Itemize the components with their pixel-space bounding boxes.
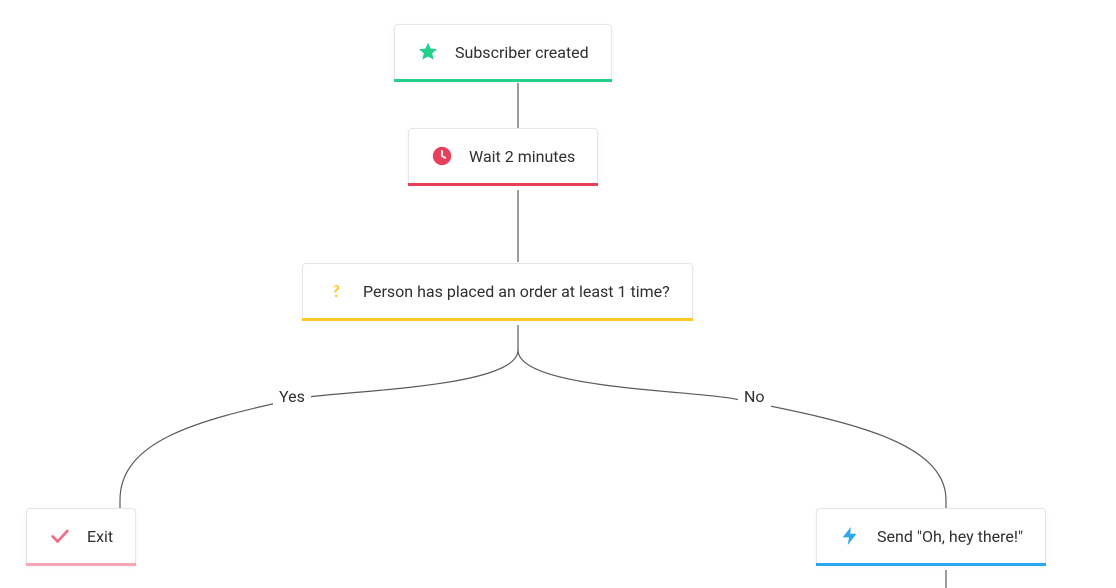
send-node[interactable]: Send "Oh, hey there!" (816, 508, 1046, 564)
star-icon (417, 41, 439, 63)
exit-node[interactable]: Exit (26, 508, 136, 564)
trigger-node[interactable]: Subscriber created (394, 24, 612, 80)
trigger-label: Subscriber created (455, 43, 589, 62)
wait-node[interactable]: Wait 2 minutes (408, 128, 598, 184)
branch-yes-label: Yes (273, 385, 311, 408)
branch-no-label: No (738, 385, 771, 408)
bolt-icon (839, 525, 861, 547)
check-icon (49, 525, 71, 547)
exit-label: Exit (87, 527, 113, 546)
question-icon (325, 280, 347, 302)
wait-label: Wait 2 minutes (469, 147, 575, 166)
condition-node[interactable]: Person has placed an order at least 1 ti… (302, 263, 693, 319)
send-label: Send "Oh, hey there!" (877, 527, 1023, 546)
clock-icon (431, 145, 453, 167)
condition-label: Person has placed an order at least 1 ti… (363, 282, 670, 301)
